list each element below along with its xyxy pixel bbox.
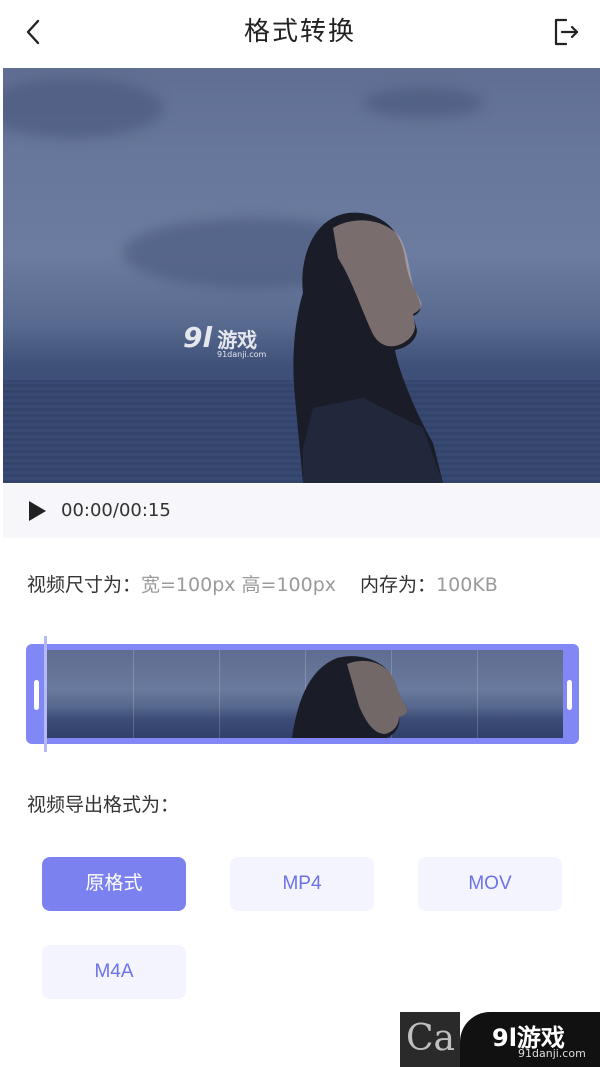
player-bar: 00:00/00:15 bbox=[3, 484, 600, 538]
corner-watermark: Ca 9l游戏 91danji.com bbox=[400, 1012, 600, 1067]
format-m4a-button[interactable]: M4A bbox=[42, 945, 186, 999]
video-watermark: 9l 游戏 91danji.com bbox=[183, 321, 266, 359]
memory-value: 100KB bbox=[436, 574, 498, 596]
playback-time: 00:00/00:15 bbox=[61, 500, 171, 521]
logout-icon bbox=[554, 18, 579, 46]
format-convert-screen: 格式转换 9l 游戏 91danji.com 00:00/00:15 视频尺寸为… bbox=[0, 0, 600, 1067]
corner-watermark-domain: 91danji.com bbox=[518, 1047, 586, 1060]
video-timeline[interactable] bbox=[26, 636, 579, 752]
video-preview[interactable]: 9l 游戏 91danji.com bbox=[3, 68, 600, 483]
corner-watermark-left: Ca bbox=[400, 1012, 460, 1067]
trim-handle-left[interactable] bbox=[34, 680, 39, 710]
memory-label: 内存为： bbox=[360, 574, 437, 596]
person-silhouette bbox=[293, 212, 443, 483]
watermark-text: 游戏 bbox=[217, 328, 258, 352]
header: 格式转换 bbox=[0, 0, 600, 66]
format-mov-button[interactable]: MOV bbox=[418, 857, 562, 911]
watermark-domain: 91danji.com bbox=[217, 350, 267, 359]
size-label: 视频尺寸为： bbox=[27, 574, 142, 596]
corner-watermark-right: 9l游戏 91danji.com bbox=[460, 1012, 600, 1067]
play-button[interactable] bbox=[26, 500, 48, 522]
play-icon bbox=[29, 501, 46, 521]
frame-person bbox=[292, 656, 408, 738]
corner-watermark-left-text: Ca bbox=[406, 1018, 456, 1059]
format-mp4-button[interactable]: MP4 bbox=[230, 857, 374, 911]
size-value: 宽=100px 高=100px bbox=[141, 574, 337, 596]
export-format-label: 视频导出格式为： bbox=[27, 794, 180, 816]
playhead[interactable] bbox=[44, 636, 47, 752]
trim-handle-right[interactable] bbox=[567, 680, 572, 710]
format-original-button[interactable]: 原格式 bbox=[42, 857, 186, 911]
video-info: 视频尺寸为：宽=100px 高=100px 内存为：100KB bbox=[27, 572, 498, 598]
exit-button[interactable] bbox=[550, 14, 582, 50]
timeline-frames bbox=[47, 650, 563, 738]
page-title: 格式转换 bbox=[243, 17, 356, 47]
watermark-number: 9l bbox=[183, 321, 213, 354]
